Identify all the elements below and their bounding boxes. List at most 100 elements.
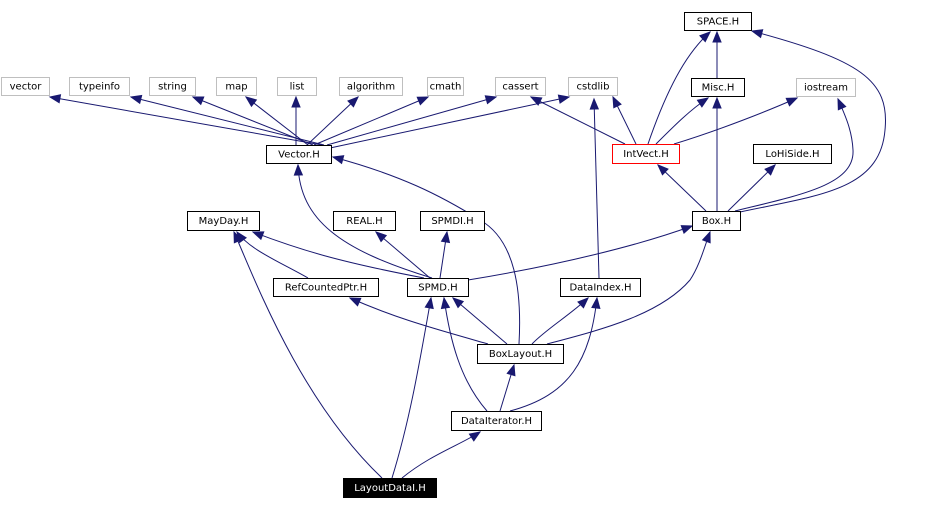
edge-boxlayout-to-vectorh (331, 155, 521, 345)
node-list: list (277, 77, 317, 96)
node-lohiside[interactable]: LoHiSide.H (753, 144, 832, 164)
edge-line (452, 297, 508, 345)
arrowhead-icon (244, 96, 258, 108)
arrowhead-icon (591, 296, 601, 309)
edge-line (391, 297, 432, 479)
node-layoutdatai: LayoutDataI.H (343, 478, 437, 498)
include-graph: vector typeinfo string map list algorithm cmat… (1, 12, 887, 498)
edge-line (531, 297, 589, 345)
edge-line (349, 297, 489, 345)
node-label: list (290, 82, 305, 93)
arrowhead-icon (612, 95, 622, 109)
edge-intvect-to-iostream (673, 97, 799, 145)
node-space[interactable]: SPACE.H (684, 12, 752, 31)
arrowhead-icon (680, 225, 694, 235)
edge-line (673, 97, 798, 145)
edge-line (530, 96, 626, 145)
edge-layoutdatai-to-spmd (391, 296, 434, 479)
edge-intvect-to-misc (655, 97, 710, 145)
edge-spmd-to-spmdi (439, 230, 451, 279)
node-real[interactable]: REAL.H (333, 211, 396, 231)
node-refcounted[interactable]: RefCountedPtr.H (273, 278, 379, 297)
arrowhead-icon (331, 155, 345, 165)
arrowhead-icon (785, 97, 799, 107)
node-label: Vector.H (278, 150, 320, 161)
edge-spmd-to-box (467, 225, 694, 281)
arrowhead-icon (506, 363, 516, 377)
edge-vectorh-to-cstdlib (329, 94, 571, 149)
edge-boxlayout-to-dataindex (531, 297, 589, 345)
edge-intvect-to-cstdlib (612, 95, 637, 145)
edge-vectorh-to-algorithm (306, 96, 359, 146)
node-label: map (225, 82, 247, 93)
nodes-layer: vector typeinfo string map list algorithm cmat… (1, 12, 856, 498)
node-label: DataIndex.H (569, 283, 631, 294)
node-label: LayoutDataI.H (354, 483, 426, 494)
edge-spmd-to-real (374, 231, 431, 279)
node-map: map (216, 77, 257, 96)
node-label: SPACE.H (697, 17, 739, 28)
node-typeinfo: typeinfo (69, 77, 130, 96)
node-box[interactable]: Box.H (692, 211, 741, 231)
node-intvect[interactable]: IntVect.H (612, 144, 680, 164)
arrowhead-icon (451, 297, 465, 309)
node-label: BoxLayout.H (489, 349, 552, 360)
node-label: algorithm (347, 82, 395, 93)
edge-line (467, 225, 693, 281)
node-mayday[interactable]: MayDay.H (187, 211, 260, 231)
node-label: SPMD.H (418, 283, 457, 294)
edge-dataiterator-to-boxlayout (499, 363, 516, 412)
edge-line (233, 231, 383, 479)
edge-dataindex-to-cstdlib (589, 97, 600, 279)
arrowhead-icon (129, 94, 143, 105)
edge-line (375, 231, 431, 279)
node-label: iostream (804, 83, 848, 94)
arrowhead-icon (374, 231, 388, 243)
edge-box-to-lohiside (727, 164, 776, 212)
edge-misc-to-space (712, 30, 722, 78)
node-misc[interactable]: Misc.H (691, 78, 745, 97)
node-string: string (149, 77, 196, 96)
node-label: LoHiSide.H (765, 149, 819, 160)
edge-spmd-to-mayday (251, 231, 425, 279)
edge-line (49, 96, 323, 146)
edge-box-to-intvect (657, 164, 707, 212)
node-label: IntVect.H (623, 149, 669, 160)
arrowhead-icon (293, 163, 304, 176)
edge-line (306, 96, 359, 146)
node-label: SPMDI.H (431, 216, 473, 227)
node-label: DataIterator.H (461, 416, 532, 427)
node-label: typeinfo (79, 82, 120, 93)
node-cmath: cmath (427, 77, 464, 96)
edge-box-to-space (739, 29, 887, 213)
edge-line (329, 96, 570, 149)
arrowhead-icon (440, 296, 451, 310)
node-label: RefCountedPtr.H (285, 283, 367, 294)
node-spmd[interactable]: SPMD.H (407, 278, 469, 297)
node-vectorh[interactable]: Vector.H (266, 145, 332, 164)
arrowhead-icon (348, 297, 362, 307)
edge-line (252, 231, 425, 279)
node-label: cassert (502, 82, 538, 93)
arrowhead-icon (251, 231, 265, 241)
edge-boxlayout-to-spmd (451, 297, 508, 345)
arrowhead-icon (712, 30, 722, 43)
arrowhead-icon (440, 230, 451, 244)
node-boxlayout[interactable]: BoxLayout.H (477, 344, 564, 364)
arrowhead-icon (468, 431, 482, 442)
node-label: REAL.H (346, 216, 382, 227)
node-dataindex[interactable]: DataIndex.H (560, 278, 641, 297)
node-cassert: cassert (495, 77, 546, 96)
arrowhead-icon (416, 96, 430, 106)
node-vector: vector (1, 77, 50, 96)
arrowhead-icon (589, 97, 600, 110)
node-label: cmath (430, 82, 462, 93)
node-cstdlib: cstdlib (568, 77, 618, 96)
edge-vectorh-to-vector (48, 94, 323, 146)
edge-line (593, 98, 600, 279)
edge-line (739, 30, 887, 213)
arrowhead-icon (557, 94, 571, 104)
node-dataiterator[interactable]: DataIterator.H (451, 411, 542, 431)
arrowhead-icon (424, 296, 434, 310)
node-spmdi[interactable]: SPMDI.H (420, 211, 485, 231)
